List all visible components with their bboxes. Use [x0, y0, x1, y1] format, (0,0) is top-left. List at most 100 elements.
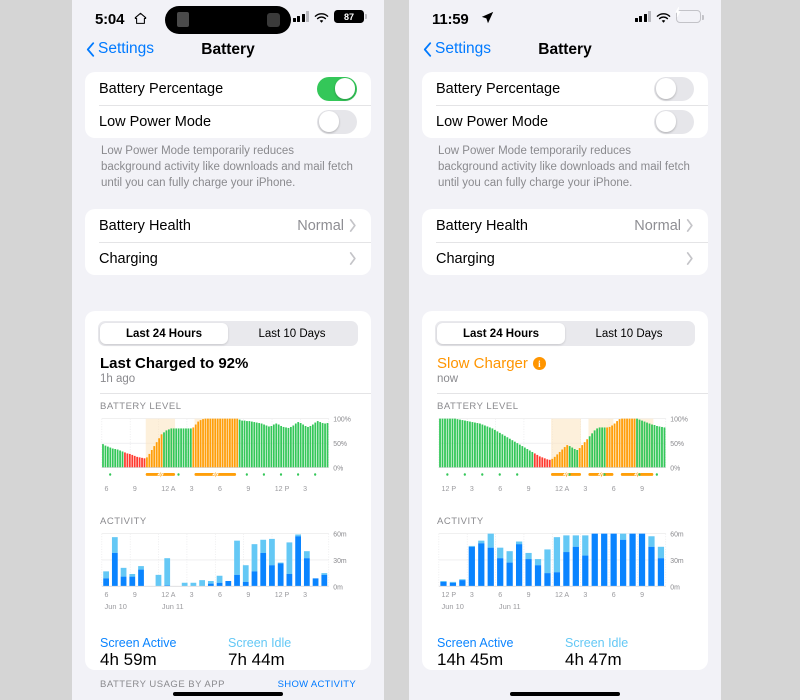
home-indicator[interactable] [510, 691, 620, 696]
content-left: Battery Percentage Low Power Mode Low Po… [72, 72, 384, 276]
row-accessory: Normal [297, 218, 357, 234]
svg-text:60m: 60m [333, 531, 347, 538]
svg-text:0m: 0m [333, 584, 343, 591]
show-activity-button[interactable]: SHOW ACTIVITY [278, 679, 356, 690]
settings-card-toggles: Battery Percentage Low Power Mode [422, 72, 708, 138]
charge-status-subtitle: 1h ago [100, 373, 136, 386]
tab-last-10-days[interactable]: Last 10 Days [228, 323, 356, 344]
chevron-right-icon [349, 219, 357, 233]
svg-text:12 A: 12 A [161, 486, 175, 494]
stat-label: Screen Idle [565, 635, 629, 650]
row-label: Battery Percentage [436, 80, 561, 97]
activity-chart[interactable]: 60m 30m 0m 6 9 12 A 3 6 9 12 P 3 Jun 10 Jun 11 [85, 530, 371, 630]
row-charging[interactable]: Charging [422, 242, 708, 275]
battery-level-chart[interactable]: 100% 50% 0% 12 P 3 6 9 12 A 3 6 9 [422, 415, 708, 509]
settings-card-toggles: Battery Percentage Low Power Mode [85, 72, 371, 138]
svg-text:3: 3 [470, 486, 474, 494]
svg-text:60m: 60m [670, 531, 684, 538]
battery-charging-icon [675, 7, 704, 23]
battery-percentage-toggle[interactable] [317, 76, 357, 101]
svg-text:Jun 11: Jun 11 [162, 602, 184, 611]
wifi-icon [656, 11, 671, 23]
right-gutter [721, 0, 730, 700]
row-charging[interactable]: Charging [85, 242, 371, 275]
svg-text:9: 9 [527, 592, 531, 599]
row-low-power-mode[interactable]: Low Power Mode [85, 105, 371, 138]
row-label: Low Power Mode [99, 113, 212, 130]
home-icon [134, 12, 147, 27]
svg-text:9: 9 [246, 486, 250, 494]
stat-label: Screen Active [437, 635, 514, 650]
row-label: Battery Health [436, 217, 528, 234]
row-battery-health[interactable]: Battery Health Normal [85, 209, 371, 242]
svg-text:3: 3 [583, 592, 587, 599]
svg-text:3: 3 [190, 486, 194, 494]
tab-last-24-hours[interactable]: Last 24 Hours [100, 323, 228, 345]
toggle-knob [318, 111, 340, 132]
svg-text:30m: 30m [670, 558, 684, 565]
cellular-signal-icon [634, 11, 651, 22]
activity-chart-label: ACTIVITY [100, 515, 147, 527]
battery-level-chart[interactable]: 100% 50% 0% 6 9 12 A 3 6 9 12 P 3 [85, 415, 371, 509]
charge-status-title: Last Charged to 92% [100, 355, 249, 373]
charge-status: Last Charged to 92% 1h ago [85, 346, 371, 385]
chevron-right-icon [349, 252, 357, 266]
svg-text:6: 6 [218, 486, 222, 494]
row-low-power-mode[interactable]: Low Power Mode [422, 105, 708, 138]
activity-svg: 60m 30m 0m 6 9 12 A 3 6 9 12 P 3 Jun 10 Jun 11 [101, 531, 347, 611]
home-indicator[interactable] [173, 691, 283, 696]
battery-level-chart-label: BATTERY LEVEL [100, 401, 182, 413]
charge-status-subtitle: now [437, 373, 459, 386]
range-segmented-control[interactable]: Last 24 Hours Last 10 Days [435, 321, 695, 347]
tab-last-10-days[interactable]: Last 10 Days [565, 323, 693, 344]
row-accessory [349, 252, 357, 266]
activity-chart-label: ACTIVITY [437, 515, 484, 527]
location-arrow-icon [481, 11, 494, 26]
phone-screen-right: 11:59 Settings Battery Battery Percentag… [409, 0, 721, 700]
low-power-mode-toggle[interactable] [317, 109, 357, 134]
stat-screen-idle: Screen Idle 7h 44m [228, 636, 356, 670]
row-label: Low Power Mode [436, 113, 549, 130]
svg-text:9: 9 [640, 486, 644, 494]
svg-text:12 A: 12 A [555, 486, 569, 494]
toggle-knob [655, 78, 677, 99]
range-segmented-control[interactable]: Last 24 Hours Last 10 Days [98, 321, 358, 347]
toggle-knob [655, 111, 677, 132]
svg-text:9: 9 [133, 486, 137, 494]
svg-text:0%: 0% [333, 466, 343, 473]
battery-level-svg: 100% 50% 0% 12 P 3 6 9 12 A 3 6 9 [438, 417, 688, 494]
page-title: Battery [538, 41, 592, 58]
stat-value: 14h 45m [437, 649, 504, 669]
svg-text:6: 6 [105, 592, 109, 599]
row-accessory: Normal [634, 218, 694, 234]
row-battery-health[interactable]: Battery Health Normal [422, 209, 708, 242]
stat-value: 4h 59m [100, 649, 157, 669]
svg-text:Jun 11: Jun 11 [499, 602, 521, 611]
svg-text:6: 6 [498, 486, 502, 494]
svg-text:6: 6 [105, 486, 109, 494]
battery-percentage-toggle[interactable] [654, 76, 694, 101]
svg-text:9: 9 [246, 592, 250, 599]
activity-chart[interactable]: 60m 30m 0m 12 P 3 6 9 12 A 3 6 9 Jun 10 Jun 11 [422, 530, 708, 630]
stat-screen-idle: Screen Idle 4h 47m [565, 636, 693, 670]
svg-text:6: 6 [612, 486, 616, 494]
svg-text:3: 3 [583, 486, 587, 494]
page-title: Battery [201, 41, 255, 58]
row-value: Normal [634, 217, 681, 234]
row-battery-percentage[interactable]: Battery Percentage [85, 72, 371, 105]
low-power-mode-toggle[interactable] [654, 109, 694, 134]
row-battery-percentage[interactable]: Battery Percentage [422, 72, 708, 105]
tab-last-24-hours[interactable]: Last 24 Hours [437, 323, 565, 345]
dynamic-island [165, 6, 291, 34]
row-label: Battery Health [99, 217, 191, 234]
usage-section-left: Last 24 Hours Last 10 Days Last Charged … [72, 311, 384, 690]
svg-text:6: 6 [218, 592, 222, 599]
svg-text:3: 3 [303, 486, 307, 494]
info-icon[interactable]: i [532, 357, 546, 371]
stat-screen-active: Screen Active 4h 59m [100, 636, 228, 670]
phone-screen-left: 5:04 87 Settings Battery Battery Percent… [72, 0, 384, 700]
svg-text:100%: 100% [333, 417, 351, 424]
settings-card-health: Battery Health Normal Charging [422, 209, 708, 276]
